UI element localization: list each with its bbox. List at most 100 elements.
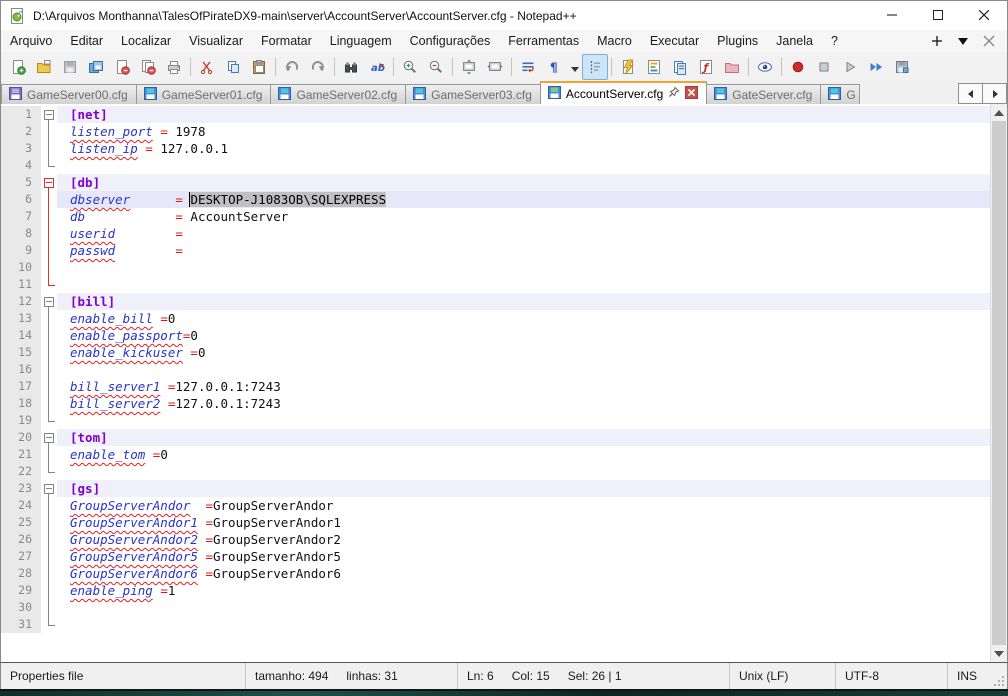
menu-item-macro[interactable]: Macro	[588, 30, 641, 52]
paste-icon[interactable]	[246, 54, 272, 80]
menu-item-arquivo[interactable]: Arquivo	[1, 30, 61, 52]
scrollbar-thumb[interactable]	[992, 121, 1006, 645]
code-line[interactable]: 19	[1, 412, 990, 429]
code-line[interactable]: 24GroupServerAndor =GroupServerAndor	[1, 497, 990, 514]
code-line[interactable]: 8userid =	[1, 225, 990, 242]
window-maximize-button[interactable]	[915, 1, 961, 30]
code-line[interactable]: 15enable_kickuser =0	[1, 344, 990, 361]
add-tab-icon[interactable]	[929, 33, 945, 49]
code-line[interactable]: 13enable_bill =0	[1, 310, 990, 327]
new-file-icon[interactable]	[5, 54, 31, 80]
indent-guide-icon[interactable]	[582, 54, 608, 80]
code-line[interactable]: 3listen_ip = 127.0.0.1	[1, 140, 990, 157]
editor-area[interactable]: 1[net]2listen_port = 19783listen_ip = 12…	[0, 104, 1008, 663]
code-line[interactable]: 4	[1, 157, 990, 174]
code-line[interactable]: 18bill_server2 =127.0.0.1:7243	[1, 395, 990, 412]
code-line[interactable]: 16	[1, 361, 990, 378]
code-line[interactable]: 31	[1, 616, 990, 633]
tab-gameserver00-cfg[interactable]: GameServer00.cfg	[1, 84, 137, 104]
window-close-button[interactable]	[961, 1, 1007, 30]
folder-workspace-icon[interactable]	[719, 54, 745, 80]
code-line[interactable]: 29enable_ping =1	[1, 582, 990, 599]
code-line[interactable]: 22	[1, 463, 990, 480]
word-wrap-icon[interactable]	[515, 54, 541, 80]
fold-toggle-icon[interactable]	[41, 106, 57, 123]
show-all-chars-icon[interactable]: ¶	[541, 54, 567, 80]
code-line[interactable]: 11	[1, 276, 990, 293]
redo-icon[interactable]	[305, 54, 331, 80]
tab-gameserver02-cfg[interactable]: GameServer02.cfg	[270, 84, 406, 104]
scroll-down-icon[interactable]	[991, 645, 1007, 662]
vertical-scrollbar[interactable]	[990, 104, 1007, 662]
save-all-icon[interactable]	[83, 54, 109, 80]
copy-icon[interactable]	[220, 54, 246, 80]
tab-scroll-right-icon[interactable]	[982, 83, 1007, 104]
tab-gateserver-cfg[interactable]: GateServer.cfg	[706, 84, 821, 104]
code-line[interactable]: 28GroupServerAndor6 =GroupServerAndor6	[1, 565, 990, 582]
monitoring-eye-icon[interactable]	[752, 54, 778, 80]
user-language-icon[interactable]	[615, 54, 641, 80]
menu-item-formatar[interactable]: Formatar	[252, 30, 321, 52]
doc-map-icon[interactable]	[641, 54, 667, 80]
code-line[interactable]: 25GroupServerAndor1 =GroupServerAndor1	[1, 514, 990, 531]
fold-toggle-icon[interactable]	[41, 429, 57, 446]
code-line[interactable]: 27GroupServerAndor5 =GroupServerAndor5	[1, 548, 990, 565]
code-line[interactable]: 10	[1, 259, 990, 276]
tab-scroll-left-icon[interactable]	[958, 83, 983, 104]
code-line[interactable]: 5[db]	[1, 174, 990, 191]
close-tab-icon[interactable]	[981, 33, 997, 49]
menu-item-visualizar[interactable]: Visualizar	[180, 30, 252, 52]
menu-item-janela[interactable]: Janela	[767, 30, 822, 52]
fold-toggle-icon[interactable]	[41, 293, 57, 310]
code-line[interactable]: 20[tom]	[1, 429, 990, 446]
tab-gameserver01-cfg[interactable]: GameServer01.cfg	[136, 84, 272, 104]
save-icon[interactable]	[57, 54, 83, 80]
code-line[interactable]: 23[gs]	[1, 480, 990, 497]
code-line[interactable]: 1[net]	[1, 106, 990, 123]
tab-close-icon[interactable]	[685, 86, 698, 102]
zoom-out-icon[interactable]	[423, 54, 449, 80]
dropdown-arrow-icon[interactable]	[567, 54, 582, 80]
close-all-icon[interactable]	[135, 54, 161, 80]
code-line[interactable]: 6dbserver = DESKTOP-J1083OB\SQLEXPRESS	[1, 191, 990, 208]
menu-item-localizar[interactable]: Localizar	[112, 30, 180, 52]
find-icon[interactable]	[338, 54, 364, 80]
fold-toggle-icon[interactable]	[41, 174, 57, 191]
tab-dropdown-icon[interactable]	[955, 33, 971, 49]
code-line[interactable]: 14enable_passport=0	[1, 327, 990, 344]
tab-gameserver03-cfg[interactable]: GameServer03.cfg	[405, 84, 541, 104]
menu-item-executar[interactable]: Executar	[641, 30, 708, 52]
code-line[interactable]: 30	[1, 599, 990, 616]
sync-horizontal-icon[interactable]	[482, 54, 508, 80]
print-icon[interactable]	[161, 54, 187, 80]
resize-grip-icon[interactable]	[993, 675, 1005, 687]
code-line[interactable]: 17bill_server1 =127.0.0.1:7243	[1, 378, 990, 395]
replace-icon[interactable]: ab	[364, 54, 390, 80]
close-file-icon[interactable]	[109, 54, 135, 80]
menu-item-ferramentas[interactable]: Ferramentas	[499, 30, 588, 52]
cut-icon[interactable]	[194, 54, 220, 80]
scroll-up-icon[interactable]	[991, 104, 1007, 121]
macro-play-icon[interactable]	[837, 54, 863, 80]
sync-vertical-icon[interactable]	[456, 54, 482, 80]
tab-g[interactable]: G	[820, 84, 860, 104]
macro-play-multi-icon[interactable]	[863, 54, 889, 80]
macro-save-icon[interactable]	[889, 54, 915, 80]
zoom-in-icon[interactable]	[397, 54, 423, 80]
fold-toggle-icon[interactable]	[41, 480, 57, 497]
code-line[interactable]: 21enable_tom =0	[1, 446, 990, 463]
menu-item-editar[interactable]: Editar	[61, 30, 112, 52]
open-file-icon[interactable]	[31, 54, 57, 80]
code-line[interactable]: 12[bill]	[1, 293, 990, 310]
code-line[interactable]: 2listen_port = 1978	[1, 123, 990, 140]
function-list-icon[interactable]: ƒ	[693, 54, 719, 80]
tab-accountserver-cfg[interactable]: AccountServer.cfg	[540, 81, 707, 104]
menu-item-plugins[interactable]: Plugins	[708, 30, 767, 52]
code-line[interactable]: 7db = AccountServer	[1, 208, 990, 225]
macro-record-icon[interactable]	[785, 54, 811, 80]
undo-icon[interactable]	[279, 54, 305, 80]
doc-list-icon[interactable]	[667, 54, 693, 80]
code-line[interactable]: 9passwd =	[1, 242, 990, 259]
menu-item-help[interactable]: ?	[822, 30, 847, 52]
macro-stop-icon[interactable]	[811, 54, 837, 80]
